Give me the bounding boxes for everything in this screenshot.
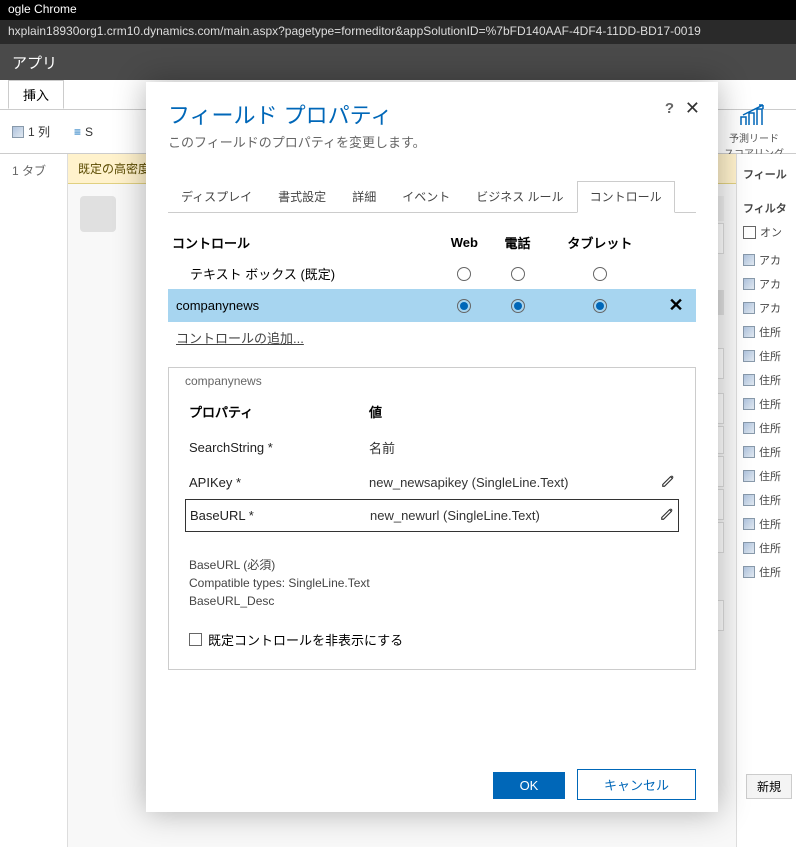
tab-1[interactable]: 1 タブ bbox=[0, 154, 67, 187]
tab-display[interactable]: ディスプレイ bbox=[168, 181, 265, 212]
radio-tablet-default[interactable] bbox=[593, 267, 607, 281]
help-icon[interactable]: ? bbox=[665, 100, 674, 117]
field-explorer: フィール フィルタ オン アカ アカ アカ 住所 住所 住所 住所 住所 住所 … bbox=[736, 154, 796, 847]
ok-button[interactable]: OK bbox=[493, 772, 566, 799]
entity-thumbnail bbox=[80, 196, 116, 232]
control-table: コントロール Web 電話 タブレット テキスト ボックス (既定) compa… bbox=[168, 227, 696, 322]
cancel-button[interactable]: キャンセル bbox=[577, 769, 696, 800]
list-item[interactable]: 住所 bbox=[741, 344, 792, 368]
col-tablet: タブレット bbox=[544, 227, 656, 258]
radio-web-custom[interactable] bbox=[457, 299, 471, 313]
property-box-title: companynews bbox=[185, 368, 679, 398]
left-column: 1 タブ bbox=[0, 154, 68, 847]
list-item[interactable]: アカ bbox=[741, 296, 792, 320]
list-item[interactable]: 住所 bbox=[741, 464, 792, 488]
tool-s[interactable]: ≡ S bbox=[74, 125, 93, 139]
list-item[interactable]: 住所 bbox=[741, 392, 792, 416]
panel-title-field: フィール bbox=[741, 162, 792, 186]
list-item[interactable]: 住所 bbox=[741, 536, 792, 560]
chrome-title-bar: ogle Chrome bbox=[0, 0, 796, 20]
property-description: BaseURL (必須) Compatible types: SingleLin… bbox=[185, 532, 679, 622]
new-button[interactable]: 新規 bbox=[746, 774, 792, 799]
add-control-link[interactable]: コントロールの追加... bbox=[168, 322, 312, 353]
pencil-icon[interactable] bbox=[660, 507, 674, 521]
filter-on-checkbox[interactable]: オン bbox=[741, 220, 792, 244]
property-box: companynews プロパティ 値 SearchString * 名前 AP… bbox=[168, 367, 696, 670]
predict-lead-scoring[interactable]: 予測リード スコアリング bbox=[724, 103, 784, 160]
list-item[interactable]: アカ bbox=[741, 272, 792, 296]
col-phone: 電話 bbox=[491, 227, 543, 258]
chart-arrow-icon bbox=[739, 103, 769, 127]
property-row-baseurl[interactable]: BaseURL * new_newurl (SingleLine.Text) bbox=[185, 499, 679, 532]
col-value: 値 bbox=[369, 402, 382, 421]
pencil-icon[interactable] bbox=[661, 474, 675, 488]
checkbox-icon[interactable] bbox=[189, 633, 202, 646]
hide-default-checkbox[interactable]: 既定コントロールを非表示にする bbox=[185, 622, 679, 657]
url-bar[interactable]: hxplain18930org1.crm10.dynamics.com/main… bbox=[0, 20, 796, 44]
col-control: コントロール bbox=[168, 227, 437, 258]
label-filter: フィルタ bbox=[741, 196, 792, 220]
control-row-default[interactable]: テキスト ボックス (既定) bbox=[168, 258, 696, 289]
dialog-tabstrip: ディスプレイ 書式設定 詳細 イベント ビジネス ルール コントロール bbox=[168, 181, 696, 213]
tab-bizrule[interactable]: ビジネス ルール bbox=[463, 181, 576, 212]
col-web: Web bbox=[437, 227, 491, 258]
list-item[interactable]: 住所 bbox=[741, 320, 792, 344]
tab-event[interactable]: イベント bbox=[389, 181, 463, 212]
radio-phone-custom[interactable] bbox=[511, 299, 525, 313]
radio-tablet-custom[interactable] bbox=[593, 299, 607, 313]
app-header: アプリ bbox=[0, 44, 796, 80]
list-item[interactable]: 住所 bbox=[741, 440, 792, 464]
property-row-apikey[interactable]: APIKey * new_newsapikey (SingleLine.Text… bbox=[185, 465, 679, 499]
control-row-companynews[interactable]: companynews ✕ bbox=[168, 289, 696, 322]
list-item[interactable]: アカ bbox=[741, 248, 792, 272]
list-item[interactable]: 住所 bbox=[741, 368, 792, 392]
dialog-title: フィールド プロパティ bbox=[168, 98, 696, 130]
field-properties-dialog: フィールド プロパティ このフィールドのプロパティを変更します。 ? ✕ ディス… bbox=[146, 82, 718, 812]
list-item[interactable]: 住所 bbox=[741, 560, 792, 584]
close-icon[interactable]: ✕ bbox=[685, 98, 700, 119]
list-item[interactable]: 住所 bbox=[741, 512, 792, 536]
column-icon bbox=[12, 126, 24, 138]
tab-control[interactable]: コントロール bbox=[577, 181, 675, 213]
tab-detail[interactable]: 詳細 bbox=[339, 181, 389, 212]
tab-format[interactable]: 書式設定 bbox=[265, 181, 339, 212]
col-property: プロパティ bbox=[189, 402, 369, 421]
radio-web-default[interactable] bbox=[457, 267, 471, 281]
radio-phone-default[interactable] bbox=[511, 267, 525, 281]
property-row-searchstring[interactable]: SearchString * 名前 bbox=[185, 429, 679, 465]
dialog-subtitle: このフィールドのプロパティを変更します。 bbox=[168, 132, 696, 151]
delete-control-icon[interactable]: ✕ bbox=[668, 295, 683, 315]
ribbon-tab-insert[interactable]: 挿入 bbox=[8, 80, 64, 109]
app-title: アプリ bbox=[12, 52, 57, 73]
list-item[interactable]: 住所 bbox=[741, 416, 792, 440]
list-item[interactable]: 住所 bbox=[741, 488, 792, 512]
tool-one-column[interactable]: 1 列 bbox=[12, 123, 50, 140]
